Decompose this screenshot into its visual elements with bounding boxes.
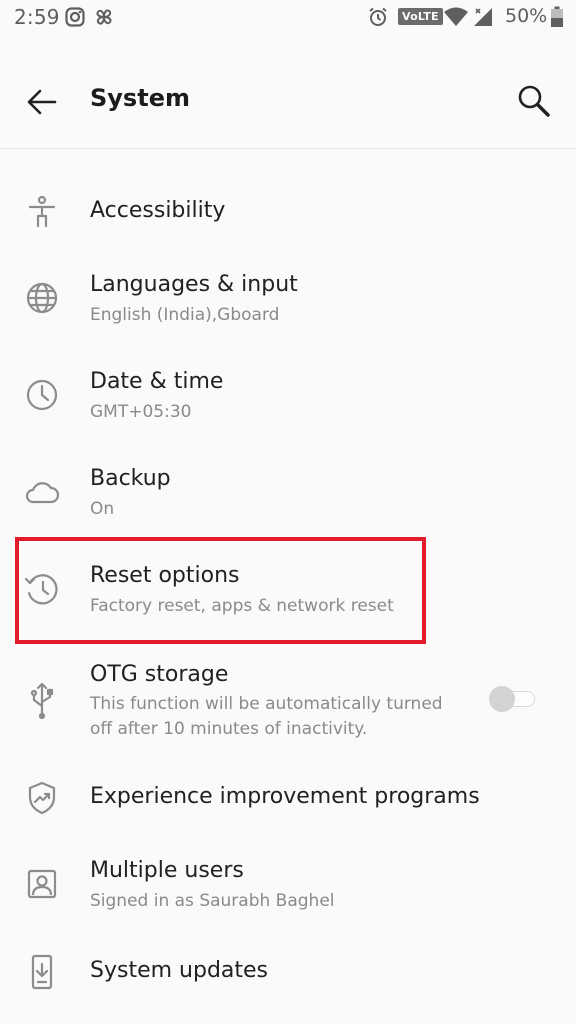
list-item-backup[interactable]: Backup On bbox=[0, 456, 576, 536]
toolbar: System bbox=[0, 56, 576, 149]
list-item-multiple-users[interactable]: Multiple users Signed in as Saurabh Bagh… bbox=[0, 848, 576, 928]
item-title: Experience improvement programs bbox=[90, 784, 480, 809]
item-title: Accessibility bbox=[90, 198, 226, 223]
signal-icon bbox=[474, 8, 492, 26]
clock-icon bbox=[26, 379, 58, 411]
list-item-accessibility[interactable]: Accessibility bbox=[0, 180, 576, 246]
item-subtitle: On bbox=[90, 499, 115, 519]
wifi-icon bbox=[444, 7, 468, 26]
list-item-languages[interactable]: Languages & input English (India),Gboard bbox=[0, 262, 576, 342]
item-subtitle: Signed in as Saurabh Baghel bbox=[90, 891, 335, 911]
back-button[interactable] bbox=[20, 80, 64, 124]
search-icon bbox=[518, 85, 550, 117]
item-title: Multiple users bbox=[90, 858, 244, 883]
globe-icon bbox=[26, 282, 58, 314]
list-item-reset-options[interactable]: Reset options Factory reset, apps & netw… bbox=[0, 553, 576, 633]
volte-badge: VoLTE bbox=[398, 8, 443, 25]
shield-trend-icon bbox=[28, 781, 56, 815]
item-subtitle: GMT+05:30 bbox=[90, 402, 192, 422]
list-item-system-updates[interactable]: System updates bbox=[0, 940, 576, 1006]
history-icon bbox=[24, 574, 58, 605]
accessibility-icon bbox=[28, 195, 56, 228]
item-title: System updates bbox=[90, 958, 269, 983]
cloud-icon bbox=[25, 482, 60, 504]
instagram-icon bbox=[65, 7, 85, 27]
search-button[interactable] bbox=[512, 80, 556, 124]
battery-percent: 50% bbox=[505, 5, 548, 27]
item-subtitle: Factory reset, apps & network reset bbox=[90, 596, 394, 616]
usb-icon bbox=[30, 682, 54, 720]
item-title: Languages & input bbox=[90, 272, 298, 297]
item-title: Date & time bbox=[90, 369, 224, 394]
item-subtitle: This function will be automatically turn… bbox=[90, 694, 443, 739]
item-title: Reset options bbox=[90, 563, 240, 588]
list-item-date-time[interactable]: Date & time GMT+05:30 bbox=[0, 359, 576, 439]
otg-toggle[interactable] bbox=[489, 686, 537, 712]
pinwheel-icon bbox=[96, 9, 112, 25]
item-title: OTG storage bbox=[90, 662, 229, 687]
item-title: Backup bbox=[90, 466, 171, 491]
user-icon bbox=[27, 869, 57, 899]
system-update-icon bbox=[31, 954, 53, 990]
battery-icon bbox=[551, 6, 563, 27]
status-bar: 2:59 VoLTE 50% bbox=[0, 0, 576, 36]
list-item-experience-programs[interactable]: Experience improvement programs bbox=[0, 766, 576, 832]
alarm-icon bbox=[369, 7, 387, 26]
page-title: System bbox=[90, 84, 190, 112]
settings-screen: 2:59 VoLTE 50% System Accessibility Lang… bbox=[0, 0, 576, 1024]
arrow-left-icon bbox=[27, 89, 57, 115]
toggle-thumb bbox=[489, 686, 515, 712]
status-time: 2:59 bbox=[14, 5, 60, 29]
item-subtitle: English (India),Gboard bbox=[90, 305, 280, 325]
